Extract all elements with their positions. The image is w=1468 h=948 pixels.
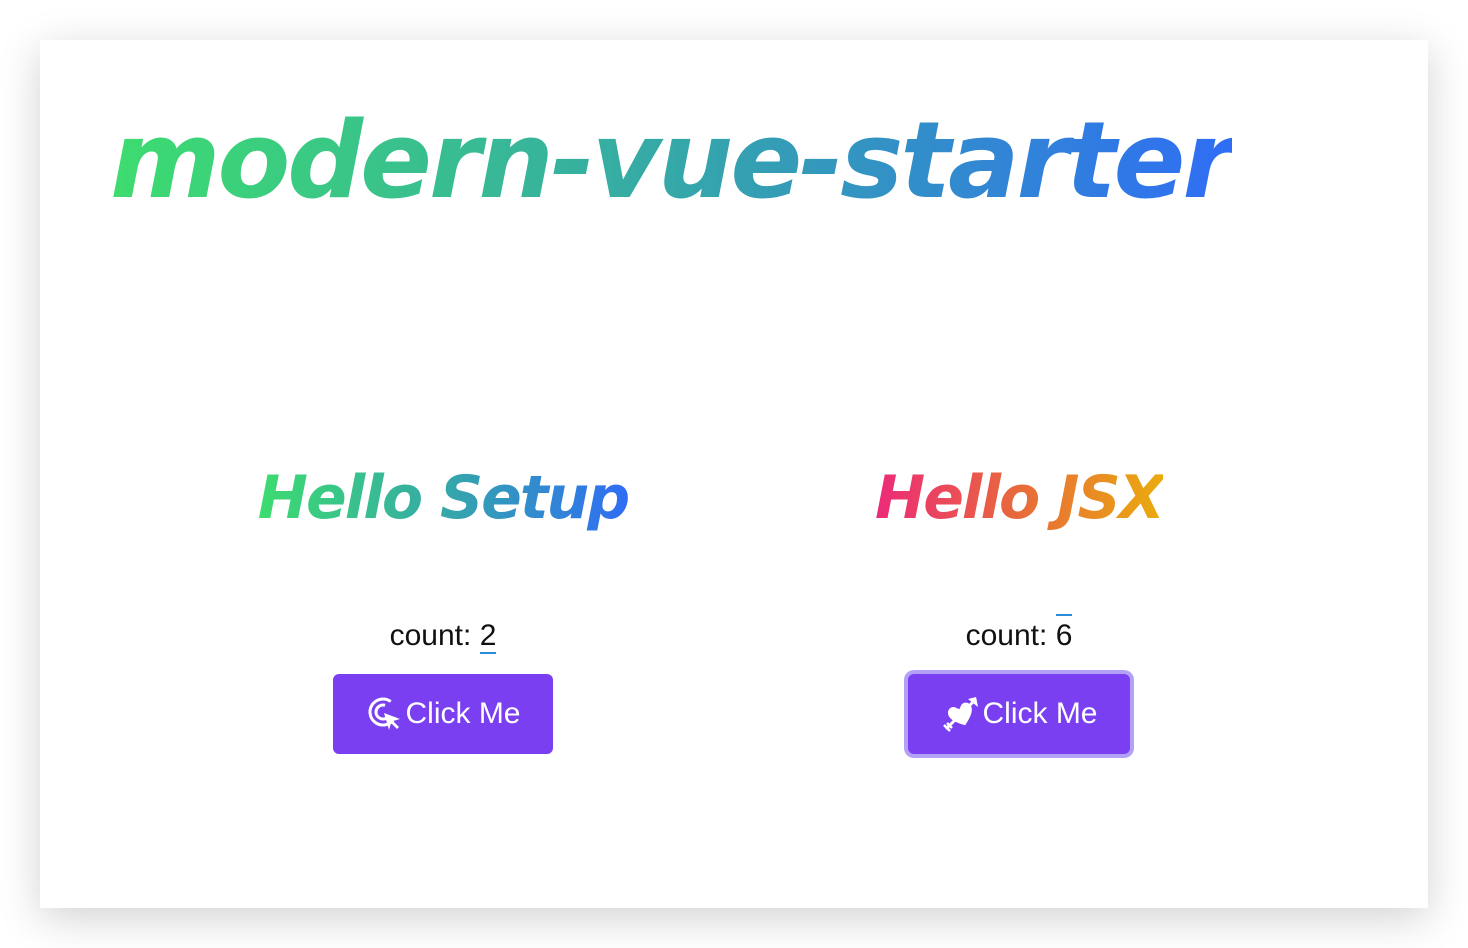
page-title: modern-vue-starter [110,96,1235,226]
setup-heading: Hello Setup [258,450,628,546]
setup-button-wrap: Click Me [333,674,553,754]
jsx-click-button-label: Click Me [982,697,1098,730]
jsx-count-label: count: [965,619,1048,652]
app-window: modern-vue-starter Hello Setup count: 2 … [40,40,1428,908]
setup-panel: Hello Setup count: 2 Click Me [193,450,693,754]
heart-arrow-icon [942,695,980,733]
jsx-count: count: 6 [769,614,1269,654]
target-pointer-icon [367,696,403,732]
setup-count-label: count: [389,619,472,652]
jsx-heading: Hello JSX [875,450,1163,546]
setup-click-button[interactable]: Click Me [333,674,553,754]
setup-heading-setup: Setup [439,463,629,533]
jsx-heading-jsx: JSX [1057,463,1163,533]
setup-count-value: 2 [479,619,497,654]
jsx-panel: Hello JSX count: 6 Click Me [769,450,1269,758]
setup-heading-hello: Hello [257,463,422,533]
setup-click-button-label: Click Me [405,697,521,730]
jsx-heading-hello: Hello [875,463,1039,533]
setup-count: count: 2 [193,618,693,654]
jsx-button-focus-ring: Click Me [904,670,1134,758]
jsx-count-value: 6 [1055,614,1073,652]
jsx-click-button[interactable]: Click Me [908,674,1130,754]
